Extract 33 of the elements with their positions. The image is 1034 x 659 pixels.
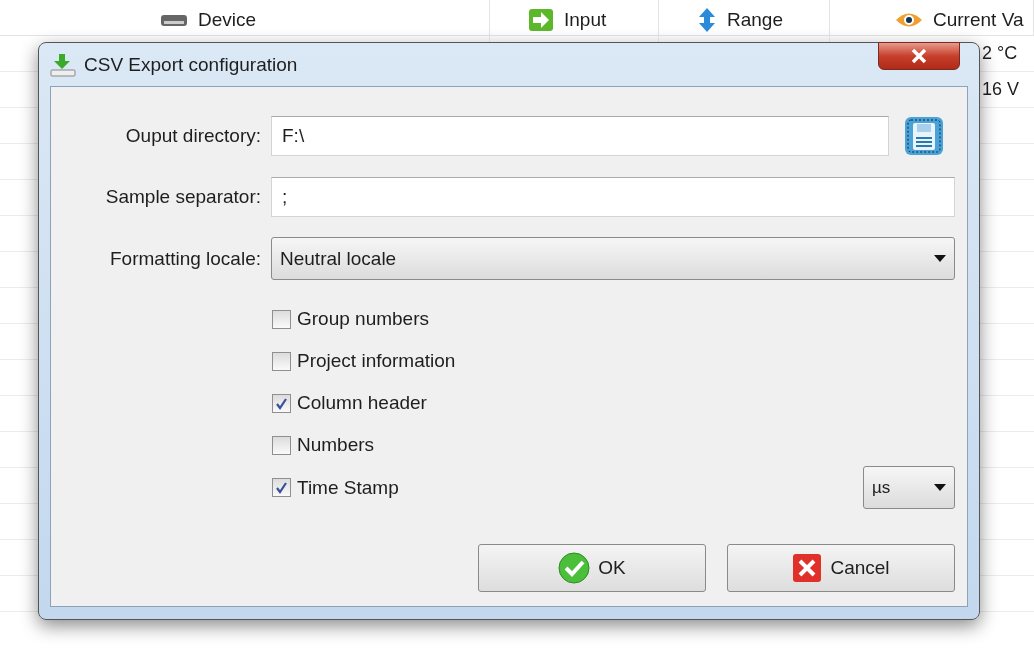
column-header[interactable]: Range	[727, 8, 783, 31]
checkbox[interactable]	[272, 393, 291, 413]
cancel-button[interactable]: Cancel	[727, 544, 955, 592]
up-down-arrow-icon	[697, 6, 717, 33]
column-header[interactable]: Current Va	[933, 8, 1024, 31]
field-label: Sample separator:	[104, 185, 262, 208]
checkbox[interactable]	[272, 309, 291, 329]
checkbox-label[interactable]: Time Stamp	[297, 476, 399, 499]
ok-button[interactable]: OK	[478, 544, 706, 592]
checkbox[interactable]	[272, 478, 291, 497]
table-cell: 16 V	[982, 79, 1020, 100]
close-icon	[910, 48, 928, 64]
column-header[interactable]: Device	[198, 8, 257, 31]
field-label: Ouput directory:	[124, 124, 262, 147]
arrow-right-icon	[528, 7, 554, 32]
check-icon	[558, 552, 591, 584]
input-field[interactable]: ;	[271, 176, 955, 217]
checkbox-label[interactable]: Column header	[297, 392, 427, 414]
close-button[interactable]	[878, 42, 960, 70]
checkbox[interactable]	[272, 351, 291, 371]
unit-dropdown[interactable]: µs	[863, 466, 955, 509]
checkbox-label[interactable]: Group numbers	[297, 308, 429, 330]
close-icon	[792, 553, 823, 583]
checkbox[interactable]	[272, 435, 291, 455]
input-field[interactable]: F:\	[271, 115, 889, 156]
window-title: CSV Export configuration	[84, 53, 298, 76]
locale-dropdown[interactable]: Neutral locale	[271, 237, 955, 280]
table-cell: 2 °C	[982, 43, 1018, 64]
download-icon	[50, 52, 76, 77]
column-header[interactable]: Input	[564, 8, 607, 31]
field-label: Formatting locale:	[109, 247, 262, 270]
checkbox-label[interactable]: Project information	[297, 350, 456, 372]
checkbox-label[interactable]: Numbers	[297, 434, 375, 456]
